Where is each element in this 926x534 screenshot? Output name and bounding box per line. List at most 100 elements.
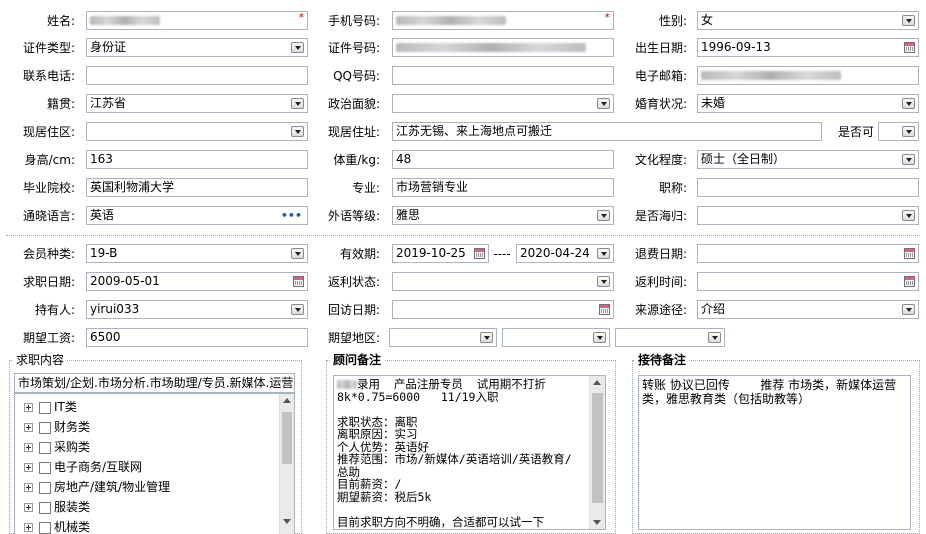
chevron-down-icon[interactable] bbox=[902, 126, 915, 137]
checkbox[interactable] bbox=[39, 421, 51, 434]
scrollbar[interactable] bbox=[279, 394, 294, 534]
chevron-down-icon[interactable] bbox=[597, 210, 610, 221]
overseas-select[interactable] bbox=[697, 206, 919, 225]
rebate-time-input[interactable] bbox=[697, 272, 919, 291]
address-input[interactable]: 江苏无锡、来上海地点可搬迁 bbox=[392, 122, 822, 141]
checkbox[interactable] bbox=[39, 501, 51, 514]
calendar-icon[interactable] bbox=[599, 304, 610, 315]
redacted-email bbox=[701, 71, 841, 80]
checkbox[interactable] bbox=[39, 481, 51, 494]
expand-icon[interactable] bbox=[24, 403, 33, 412]
idno-input[interactable] bbox=[392, 38, 614, 57]
tree-item[interactable]: 机械类 bbox=[24, 517, 90, 534]
chevron-down-icon[interactable] bbox=[902, 98, 915, 109]
email-label: 电子邮箱: bbox=[634, 69, 687, 83]
height-label: 身高/cm: bbox=[24, 153, 75, 167]
chevron-down-icon[interactable] bbox=[593, 332, 606, 343]
chevron-down-icon[interactable] bbox=[480, 332, 493, 343]
native-select[interactable]: 江苏省 bbox=[86, 94, 308, 113]
email-input[interactable] bbox=[697, 66, 919, 85]
edu-select[interactable]: 硕士（全日制） bbox=[697, 150, 919, 169]
scroll-up-icon[interactable] bbox=[283, 398, 291, 403]
gender-select[interactable]: 女 bbox=[697, 11, 919, 30]
source-select[interactable]: 介绍 bbox=[697, 300, 919, 319]
holder-select[interactable]: yirui033 bbox=[86, 300, 308, 319]
canbe-select[interactable] bbox=[878, 122, 919, 141]
chevron-down-icon[interactable] bbox=[597, 248, 610, 259]
expand-icon[interactable] bbox=[24, 503, 33, 512]
height-input[interactable]: 163 bbox=[86, 150, 308, 169]
chevron-down-icon[interactable] bbox=[597, 276, 610, 287]
expand-icon[interactable] bbox=[24, 463, 33, 472]
tree-item[interactable]: 财务类 bbox=[24, 417, 90, 437]
advisor-notes-textarea[interactable]: 录用 产品注册专员 试用期不打折 8k*0.75=6000 11/19入职 求职… bbox=[333, 375, 606, 530]
langlevel-select[interactable]: 雅思 bbox=[392, 206, 614, 225]
tree-item[interactable]: 服装类 bbox=[24, 497, 90, 517]
member-type-select[interactable]: 19-B bbox=[86, 244, 308, 263]
idtype-label: 证件类型: bbox=[22, 41, 75, 55]
marital-select[interactable]: 未婚 bbox=[697, 94, 919, 113]
reception-notes-textarea[interactable]: 转账 协议已回传 推荐 市场类，新媒体运营类，雅思教育类（包括助教等） bbox=[638, 375, 911, 530]
school-input[interactable]: 英国利物浦大学 bbox=[86, 178, 308, 197]
expand-icon[interactable] bbox=[24, 443, 33, 452]
tree-item[interactable]: 采购类 bbox=[24, 437, 90, 457]
lang-input[interactable]: 英语 ••• bbox=[86, 206, 308, 225]
valid-from-input[interactable]: 2019-10-25 bbox=[392, 244, 489, 263]
title-input[interactable] bbox=[697, 178, 919, 197]
chevron-down-icon[interactable] bbox=[902, 210, 915, 221]
phone-input[interactable] bbox=[86, 66, 308, 85]
refund-date-input[interactable] bbox=[697, 244, 919, 263]
calendar-icon[interactable] bbox=[904, 42, 915, 53]
calendar-icon[interactable] bbox=[904, 248, 915, 259]
chevron-down-icon[interactable] bbox=[708, 332, 721, 343]
tree-item[interactable]: 电子商务/互联网 bbox=[24, 457, 142, 477]
checkbox[interactable] bbox=[39, 461, 51, 474]
chevron-down-icon[interactable] bbox=[902, 154, 915, 165]
checkbox[interactable] bbox=[39, 441, 51, 454]
scroll-down-icon[interactable] bbox=[283, 519, 291, 524]
job-category-tree[interactable]: IT类 财务类 采购类 电子商务/互联网 房地产/建筑/物业管理 服装类 机械类 bbox=[14, 393, 295, 534]
residence-select[interactable] bbox=[86, 122, 308, 141]
major-input[interactable]: 市场营销专业 bbox=[392, 178, 614, 197]
scroll-up-icon[interactable] bbox=[593, 380, 601, 385]
jobdate-input[interactable]: 2009-05-01 bbox=[86, 272, 308, 291]
salary-input[interactable]: 6500 bbox=[86, 328, 308, 347]
political-label: 政治面貌: bbox=[327, 97, 380, 111]
overseas-label: 是否海归: bbox=[634, 209, 687, 223]
chevron-down-icon[interactable] bbox=[597, 98, 610, 109]
chevron-down-icon[interactable] bbox=[902, 304, 915, 315]
calendar-icon[interactable] bbox=[904, 276, 915, 287]
expand-icon[interactable] bbox=[24, 423, 33, 432]
expand-icon[interactable] bbox=[24, 483, 33, 492]
mobile-input[interactable]: * bbox=[392, 11, 614, 30]
expand-icon[interactable] bbox=[24, 523, 33, 532]
scroll-thumb[interactable] bbox=[592, 393, 603, 503]
region-province-select[interactable] bbox=[389, 328, 497, 347]
valid-to-input[interactable]: 2020-04-24 bbox=[516, 244, 614, 263]
scroll-down-icon[interactable] bbox=[593, 520, 601, 525]
tree-item[interactable]: IT类 bbox=[24, 397, 77, 417]
birth-date-input[interactable]: 1996-09-13 bbox=[697, 38, 919, 57]
weight-input[interactable]: 48 bbox=[392, 150, 614, 169]
chevron-down-icon[interactable] bbox=[902, 15, 915, 26]
phone-label: 联系电话: bbox=[22, 69, 75, 83]
scrollbar[interactable] bbox=[589, 376, 605, 529]
checkbox[interactable] bbox=[39, 521, 51, 534]
visit-date-input[interactable] bbox=[392, 300, 614, 319]
calendar-icon[interactable] bbox=[474, 248, 485, 259]
region-city-select[interactable] bbox=[502, 328, 610, 347]
political-select[interactable] bbox=[392, 94, 614, 113]
job-summary-input[interactable]: 市场策划/企划.市场分析.市场助理/专员.新媒体.运营: bbox=[14, 373, 295, 393]
canbe-label: 是否可 bbox=[837, 125, 874, 139]
qq-input[interactable] bbox=[392, 66, 614, 85]
tree-item[interactable]: 房地产/建筑/物业管理 bbox=[24, 477, 170, 497]
checkbox[interactable] bbox=[39, 401, 51, 414]
address-label: 现居住址: bbox=[327, 125, 380, 139]
more-icon[interactable]: ••• bbox=[281, 207, 302, 224]
region-district-select[interactable] bbox=[615, 328, 725, 347]
idtype-select[interactable]: 身份证 bbox=[86, 38, 308, 57]
job-content-title: 求职内容 bbox=[13, 353, 68, 367]
rebate-status-select[interactable] bbox=[392, 272, 614, 291]
scroll-thumb[interactable] bbox=[282, 412, 292, 464]
name-input[interactable]: * bbox=[86, 11, 308, 30]
